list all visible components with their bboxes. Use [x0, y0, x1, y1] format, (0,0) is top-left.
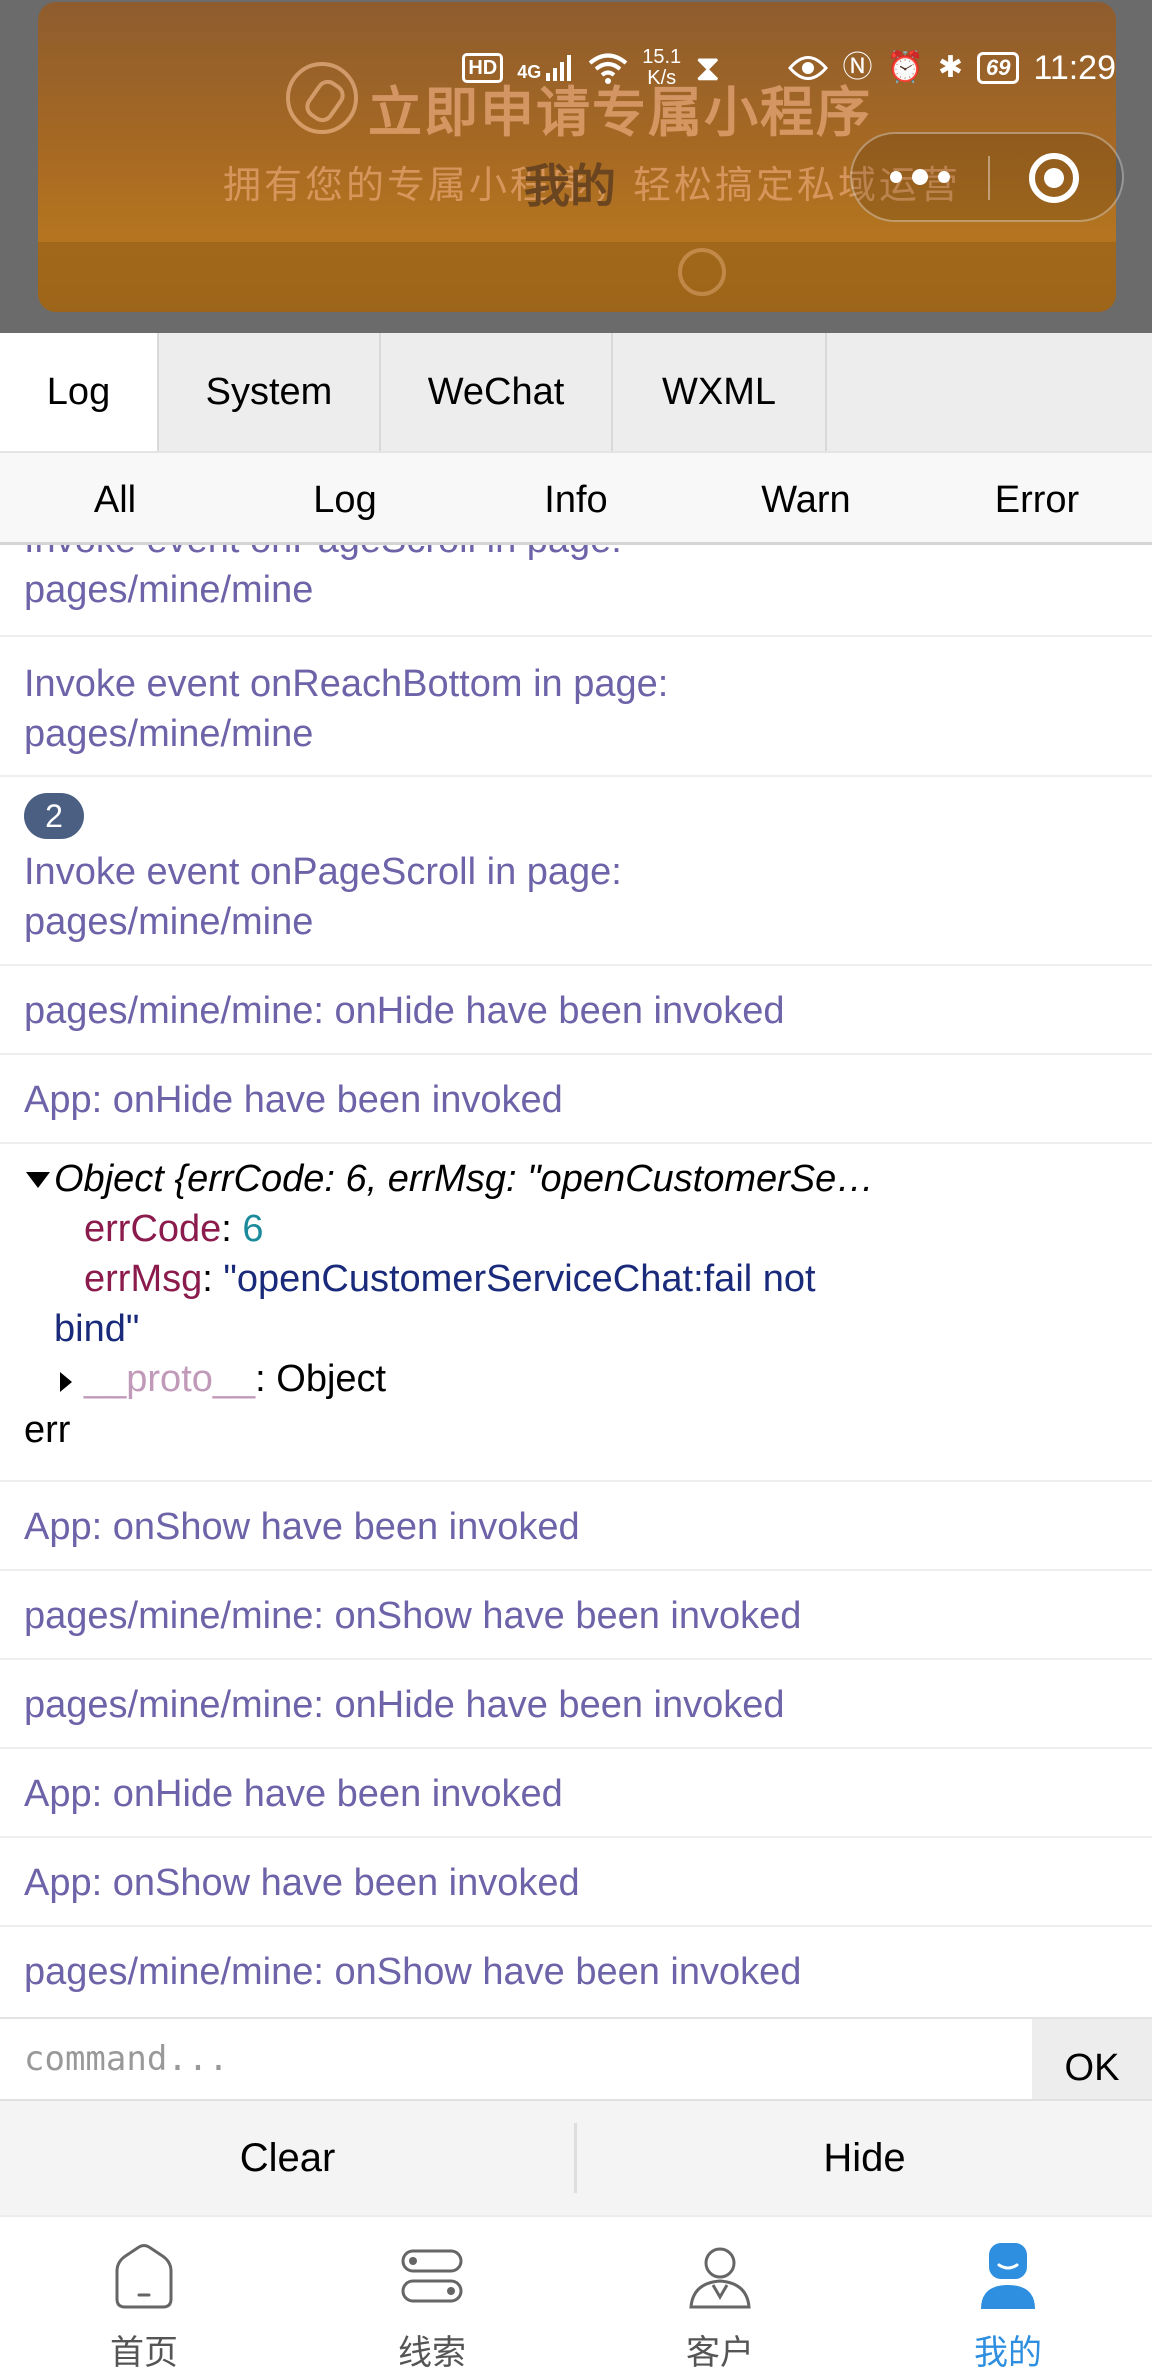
console-action-bar: Clear Hide [0, 2099, 1152, 2215]
page-header-area: 立即申请专属小程序 拥有您的专属小程序，轻松搞定私域运营 我的 HD 4G 15… [0, 0, 1152, 333]
close-miniprogram-icon[interactable] [1029, 153, 1079, 203]
nav-item-clues[interactable]: 线索 [288, 2217, 576, 2376]
banner-band [38, 242, 1116, 312]
miniprogram-capsule [850, 132, 1124, 222]
page-title: 我的 [524, 160, 616, 212]
log-message: pages/mine/mine: onShow have been invoke… [24, 1595, 802, 1637]
nav-item-profile[interactable]: 我的 [864, 2217, 1152, 2376]
wifi-icon [588, 53, 628, 84]
object-property-errcode: errCode: 6 [84, 1208, 264, 1250]
log-message: App: onHide have been invoked [24, 1079, 563, 1121]
log-message: pages/mine/mine: onShow have been invoke… [24, 1951, 802, 1993]
log-list[interactable]: Invoke event onPageScroll in page: pages… [0, 545, 1152, 2017]
log-message: Invoke event onPageScroll in page: [24, 545, 1104, 565]
log-entry: pages/mine/mine: onHide have been invoke… [0, 1660, 1152, 1749]
command-bar: OK [0, 2017, 1152, 2099]
tab-system[interactable]: System [159, 333, 381, 451]
log-entry: App: onHide have been invoked [0, 1055, 1152, 1144]
log-entry: pages/mine/mine: onHide have been invoke… [0, 966, 1152, 1055]
tab-wechat[interactable]: WeChat [381, 333, 613, 451]
log-message: App: onShow have been invoked [24, 1862, 580, 1904]
more-icon[interactable] [852, 134, 988, 220]
battery-icon: 69 [976, 52, 1020, 84]
link-icon [286, 62, 358, 134]
nav-label: 我的 [974, 2333, 1042, 2373]
network-speed: 15.1 K/s [642, 47, 681, 89]
property-key: errMsg [84, 1258, 203, 1300]
customer-icon [689, 2247, 751, 2309]
log-message-page: pages/mine/mine [24, 901, 314, 943]
log-entry: pages/mine/mine: onShow have been invoke… [0, 1571, 1152, 1660]
log-message: pages/mine/mine: onHide have been invoke… [24, 990, 785, 1032]
nfc-icon: Ⓝ [842, 51, 873, 84]
filter-error[interactable]: Error [995, 453, 1079, 545]
eye-icon [788, 56, 829, 80]
filter-log[interactable]: Log [313, 453, 376, 545]
nav-item-customer[interactable]: 客户 [576, 2217, 864, 2376]
clues-icon [401, 2249, 463, 2303]
alarm-icon: ⏰ [886, 51, 924, 84]
log-message: pages/mine/mine: onHide have been invoke… [24, 1684, 785, 1726]
log-entry: App: onShow have been invoked [0, 1838, 1152, 1927]
property-value-continued: bind" [54, 1308, 140, 1350]
console-tabs: Log System WeChat WXML [0, 333, 1152, 451]
property-key: errCode [84, 1208, 222, 1250]
log-message-page: pages/mine/mine [24, 569, 314, 611]
property-value: "openCustomerServiceChat:fail not [223, 1258, 816, 1300]
property-value: 6 [242, 1208, 264, 1250]
repeat-count-badge: 2 [24, 793, 84, 839]
filter-warn[interactable]: Warn [761, 453, 850, 545]
tab-log[interactable]: Log [0, 333, 159, 451]
object-property-proto: __proto__: Object [84, 1358, 387, 1400]
hourglass-icon: ⧗ [695, 47, 721, 88]
clock: 11:29 [1033, 48, 1116, 87]
tab-wxml[interactable]: WXML [613, 333, 827, 451]
hd-indicator: HD [462, 53, 504, 83]
nav-label: 客户 [686, 2333, 754, 2373]
command-input[interactable] [0, 2019, 1032, 2099]
hide-button[interactable]: Hide [577, 2101, 1152, 2215]
log-entry-object: Object {errCode: 6, errMsg: "openCustome… [0, 1144, 1152, 1482]
log-message: App: onShow have been invoked [24, 1506, 580, 1548]
expand-proto-icon[interactable] [60, 1372, 72, 1392]
log-entry: App: onShow have been invoked [0, 1482, 1152, 1571]
speed-unit: K/s [647, 67, 677, 89]
banner-decoration-icon [678, 248, 726, 296]
expand-toggle-icon[interactable] [26, 1172, 50, 1188]
object-property-errmsg: errMsg: "openCustomerServiceChat:fail no… [84, 1258, 816, 1300]
property-key: __proto__ [84, 1358, 256, 1400]
property-value: Object [276, 1358, 387, 1400]
log-filter-bar: All Log Info Warn Error [0, 451, 1152, 545]
filter-info[interactable]: Info [544, 453, 607, 545]
home-icon [115, 2244, 173, 2309]
log-entry: 2 Invoke event onPageScroll in page: pag… [0, 777, 1152, 966]
capsule-divider [988, 156, 990, 200]
log-message-page: pages/mine/mine [24, 713, 314, 755]
log-message: Invoke event onReachBottom in page: [24, 663, 669, 705]
log-message: App: onHide have been invoked [24, 1773, 563, 1815]
nav-label: 首页 [110, 2333, 178, 2373]
nav-label: 线索 [398, 2333, 466, 2373]
log-entry: Invoke event onPageScroll in page: pages… [0, 545, 1152, 637]
log-entry: pages/mine/mine: onShow have been invoke… [0, 1927, 1152, 2017]
log-message: Invoke event onPageScroll in page: [24, 851, 622, 893]
cellular-signal-icon: 4G [517, 55, 574, 81]
nav-item-home[interactable]: 首页 [0, 2217, 288, 2376]
filter-all[interactable]: All [94, 453, 136, 545]
status-bar: HD 4G 15.1 K/s ⧗ Ⓝ ⏰ ✱ 69 11:29 [462, 44, 1116, 92]
log-entry: App: onHide have been invoked [0, 1749, 1152, 1838]
profile-icon [981, 2243, 1035, 2309]
log-suffix: err [24, 1409, 71, 1451]
speed-value: 15.1 [642, 46, 682, 68]
ok-button[interactable]: OK [1032, 2019, 1152, 2099]
log-entry: Invoke event onReachBottom in page: page… [0, 637, 1152, 777]
signal-bars-icon [546, 55, 572, 81]
bottom-tab-bar: 首页 线索 客户 我的 [0, 2215, 1152, 2376]
clear-button[interactable]: Clear [0, 2101, 575, 2215]
bluetooth-icon: ✱ [937, 51, 963, 84]
network-type: 4G [517, 62, 542, 82]
object-summary[interactable]: Object {errCode: 6, errMsg: "openCustome… [54, 1154, 874, 1204]
